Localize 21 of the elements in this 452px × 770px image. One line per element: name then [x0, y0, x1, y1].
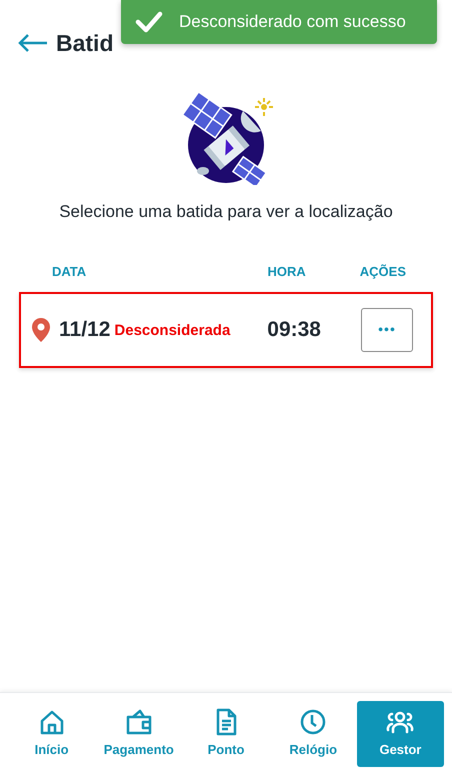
more-actions-button[interactable]: •••: [361, 308, 413, 352]
back-arrow-icon[interactable]: [18, 34, 48, 52]
time-text: 09:38: [267, 316, 321, 343]
nav-tab[interactable]: Relógio: [270, 701, 357, 767]
nav-tab[interactable]: Gestor: [356, 701, 444, 767]
nav-tab[interactable]: Ponto: [182, 701, 270, 767]
record-row[interactable]: 11/12 Desconsiderada 09:38 •••: [19, 292, 433, 368]
instruction-text: Selecione uma batida para ver a localização: [58, 200, 394, 223]
checkmark-icon: [135, 11, 163, 33]
clock-icon: [299, 708, 328, 736]
wallet-icon: [124, 708, 153, 736]
status-text: Desconsiderada: [114, 321, 230, 342]
date-text: 11/12: [59, 316, 110, 343]
column-header: DATA: [52, 263, 86, 281]
location-pin-icon: [31, 316, 51, 342]
toast-message: Desconsiderado com sucesso: [179, 11, 406, 34]
page-title: Batid: [56, 29, 114, 58]
nav-tab[interactable]: Início: [8, 701, 96, 767]
nav-tab[interactable]: Pagamento: [95, 701, 182, 767]
column-header: AÇÕES: [360, 263, 406, 281]
column-header: HORA: [267, 263, 306, 281]
